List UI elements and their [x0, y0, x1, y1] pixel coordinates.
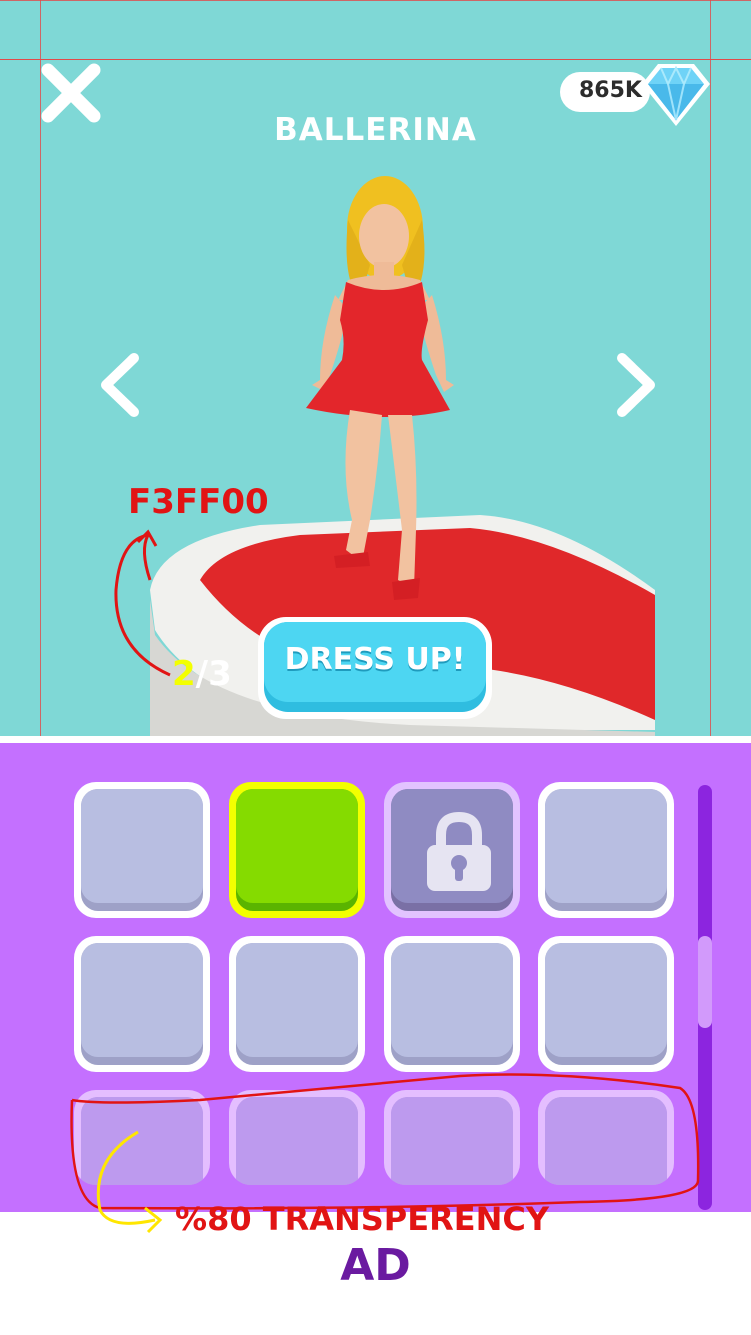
slot-face: [81, 1097, 203, 1185]
scrollbar-thumb[interactable]: [698, 936, 712, 1028]
slot-face: [545, 1097, 667, 1185]
chevron-left-icon[interactable]: [96, 350, 144, 420]
item-slot-faded[interactable]: [384, 1090, 520, 1185]
item-slot[interactable]: [384, 936, 520, 1072]
outfit-counter: 2/3: [172, 654, 232, 694]
slot-face-top: [391, 789, 513, 903]
item-slot-selected[interactable]: [229, 782, 365, 918]
lock-icon: [427, 811, 491, 891]
item-slot[interactable]: [538, 782, 674, 918]
slot-face-top: [236, 1097, 358, 1185]
slot-face-top: [81, 943, 203, 1057]
guide-line-top: [0, 0, 751, 1]
slot-face: [236, 789, 358, 911]
slot-face: [545, 943, 667, 1065]
dress-up-button-face: DRESS UP!: [264, 622, 486, 702]
character-model: [306, 176, 454, 600]
item-slot[interactable]: [74, 936, 210, 1072]
slot-face-top: [391, 943, 513, 1057]
currency-value: 865K: [579, 78, 642, 103]
item-slot[interactable]: [229, 936, 365, 1072]
dress-up-button[interactable]: DRESS UP!: [258, 617, 492, 719]
slot-face: [81, 943, 203, 1065]
slot-face: [236, 943, 358, 1065]
slot-face-top: [81, 789, 203, 903]
color-code-annotation: F3FF00: [128, 482, 269, 522]
slot-face: [545, 789, 667, 911]
item-slot-faded[interactable]: [74, 1090, 210, 1185]
item-slot-faded[interactable]: [229, 1090, 365, 1185]
dress-up-button-shadow: DRESS UP!: [264, 622, 486, 712]
slot-face: [391, 943, 513, 1065]
ad-label: AD: [340, 1240, 411, 1291]
slot-face: [81, 789, 203, 911]
outfit-title: BALLERINA: [274, 112, 477, 148]
slot-face-top: [545, 943, 667, 1057]
slot-face-top: [81, 1097, 203, 1185]
slot-face-top: [236, 943, 358, 1057]
slot-face: [391, 1097, 513, 1185]
item-slot-faded[interactable]: [538, 1090, 674, 1185]
transparency-annotation: %80 TRANSPERENCY: [175, 1200, 550, 1238]
slot-face: [391, 789, 513, 911]
dress-up-button-label: DRESS UP!: [284, 642, 466, 677]
counter-total: /3: [195, 654, 232, 694]
counter-current: 2: [172, 654, 196, 694]
top-bar: [0, 0, 751, 60]
slot-face-top: [545, 1097, 667, 1185]
item-slot[interactable]: [74, 782, 210, 918]
slot-face-top: [391, 1097, 513, 1185]
slot-face-top: [545, 789, 667, 903]
item-slot[interactable]: [538, 936, 674, 1072]
chevron-right-icon[interactable]: [612, 350, 660, 420]
slot-face: [236, 1097, 358, 1185]
slot-face-top: [236, 789, 358, 903]
item-slot-locked[interactable]: [384, 782, 520, 918]
